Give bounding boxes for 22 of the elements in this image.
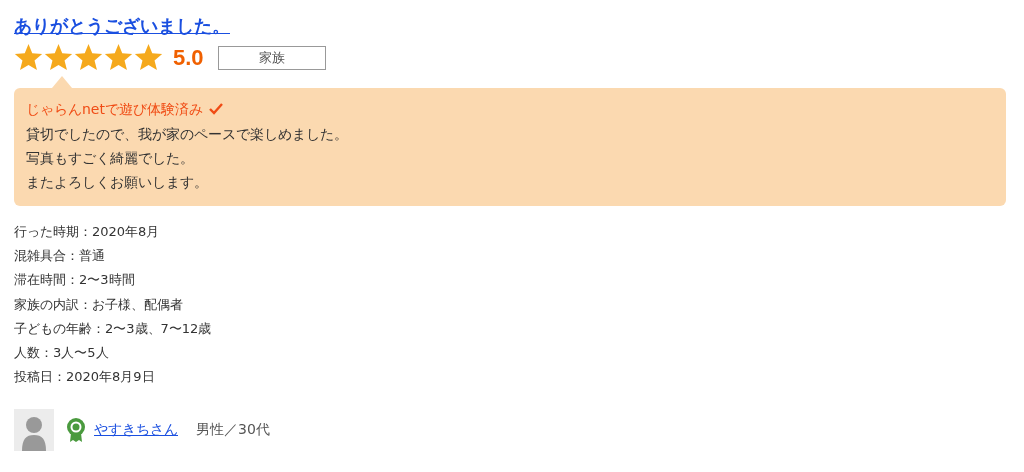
detail-line: 投稿日：2020年8月9日: [14, 368, 156, 387]
star-icon: [44, 44, 73, 72]
star-icon: [134, 44, 163, 72]
detail-line: 子どもの年齢：2〜3歳、7〜12歳: [14, 319, 213, 338]
review-title[interactable]: ありがとうございました。: [14, 12, 230, 40]
user-avatar: [14, 409, 54, 452]
detail-line: 家族の内訳：お子様、配偶者: [14, 295, 184, 314]
star-icon: [104, 44, 133, 72]
detail-line: 行った時期：2020年8月: [14, 223, 161, 241]
user-profile: 男性／30代: [196, 421, 270, 440]
verified-label: じゃらんnetで遊び体験済み: [26, 100, 203, 119]
detail-line: 人数：3人〜5人: [14, 344, 110, 362]
detail-line: 滞在時間：2〜3時間: [14, 271, 136, 290]
companion-tag: 家族: [217, 46, 326, 70]
detail-line: 混雑具合：普通: [14, 247, 106, 266]
rating-score: 5.0: [173, 45, 204, 71]
badge-icon: [66, 418, 86, 443]
star-icon: [14, 44, 43, 72]
star-icon: [74, 44, 103, 72]
user-name-link[interactable]: やすきちさん: [94, 421, 178, 440]
check-icon: [209, 103, 223, 115]
review-text: 貸切でしたので、我が家のペースで楽しめました。 写真もすごく綺麗でした。 またよろしくお願いします。: [26, 125, 349, 192]
